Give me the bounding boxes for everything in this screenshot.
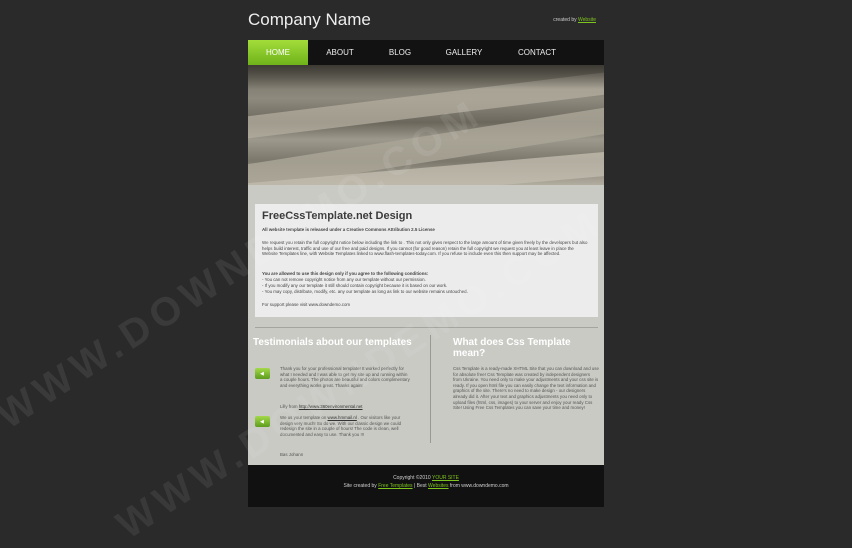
footer-copyright: Copyright ©2010 YOUR SITE <box>248 475 604 481</box>
support-line: For support please visit www.downdemo.co… <box>262 302 351 307</box>
quote-icon: ◀ <box>255 368 270 379</box>
intro-paragraph: We request you retain the full copyright… <box>262 240 588 257</box>
about-column: What does Css Template mean? <box>453 337 598 359</box>
credit-link[interactable]: Website <box>578 17 596 23</box>
testimonial-1-author: Lilly from http://www.360environmental.n… <box>280 404 410 410</box>
site-wrapper: Company Name created by Website HOME ABO… <box>248 0 604 507</box>
footer-credits-mid: | Best <box>413 483 427 489</box>
nav-about[interactable]: ABOUT <box>310 40 370 65</box>
allowed-heading: You are allowed to use this design only … <box>262 271 429 276</box>
footer-site-link[interactable]: YOUR SITE <box>432 475 459 481</box>
intro-box: FreeCssTemplate.net Design All website t… <box>255 204 598 317</box>
condition-2: - If you modify any our template it stil… <box>262 283 448 288</box>
column-separator <box>430 335 431 443</box>
testimonial-1-link[interactable]: http://www.360environmental.net <box>299 404 363 409</box>
section-divider <box>255 327 598 328</box>
testimonial-2-text: We us your template on www.hmmail.nl . O… <box>280 415 410 437</box>
footer-copyright-text: Copyright ©2010 <box>393 475 431 481</box>
credit-prefix: created by <box>553 17 577 23</box>
quote-icon: ◀ <box>255 416 270 427</box>
condition-3: - You may copy, distribute, modify, etc.… <box>262 289 468 294</box>
condition-1: - You can not remove copyright notice fr… <box>262 277 426 282</box>
footer-websites-link[interactable]: Websites <box>428 483 448 489</box>
nav-gallery[interactable]: GALLERY <box>434 40 494 65</box>
main-content: FreeCssTemplate.net Design All website t… <box>248 185 604 465</box>
testimonial-1-author-prefix: Lilly from <box>280 404 298 409</box>
license-line: All website template is released under a… <box>262 227 435 232</box>
about-title: What does Css Template mean? <box>453 337 571 359</box>
testimonials-column: Testimonials about our templates <box>253 337 423 348</box>
footer-credits-suffix: from www.downdemo.com <box>449 483 509 489</box>
testimonial-2-author: Bas Johann <box>280 452 304 457</box>
footer-credits: Site created by Free Templates | Best We… <box>248 483 604 489</box>
header-credit: created by Website <box>553 17 596 23</box>
testimonial-1-text: Thank you for your professional template… <box>280 366 410 388</box>
intro-title: FreeCssTemplate.net Design <box>262 210 413 222</box>
footer: Copyright ©2010 YOUR SITE Site created b… <box>248 465 604 507</box>
about-text: Css Template is a ready-made XHTML Site … <box>453 366 599 411</box>
site-title: Company Name <box>248 10 371 29</box>
footer-credits-prefix: Site created by <box>343 483 377 489</box>
nav-contact[interactable]: CONTACT <box>506 40 568 65</box>
hero-shadow <box>248 65 604 89</box>
nav-home[interactable]: HOME <box>248 40 308 65</box>
hero-image <box>248 65 604 185</box>
testimonial-2-intro: We us your template on <box>280 415 327 420</box>
testimonials-title: Testimonials about our templates <box>253 337 412 348</box>
testimonial-2-link[interactable]: www.hmmail.nl <box>328 415 357 420</box>
nav-blog[interactable]: BLOG <box>370 40 430 65</box>
footer-templates-link[interactable]: Free Templates <box>378 483 412 489</box>
main-nav: HOME ABOUT BLOG GALLERY CONTACT <box>248 40 604 65</box>
